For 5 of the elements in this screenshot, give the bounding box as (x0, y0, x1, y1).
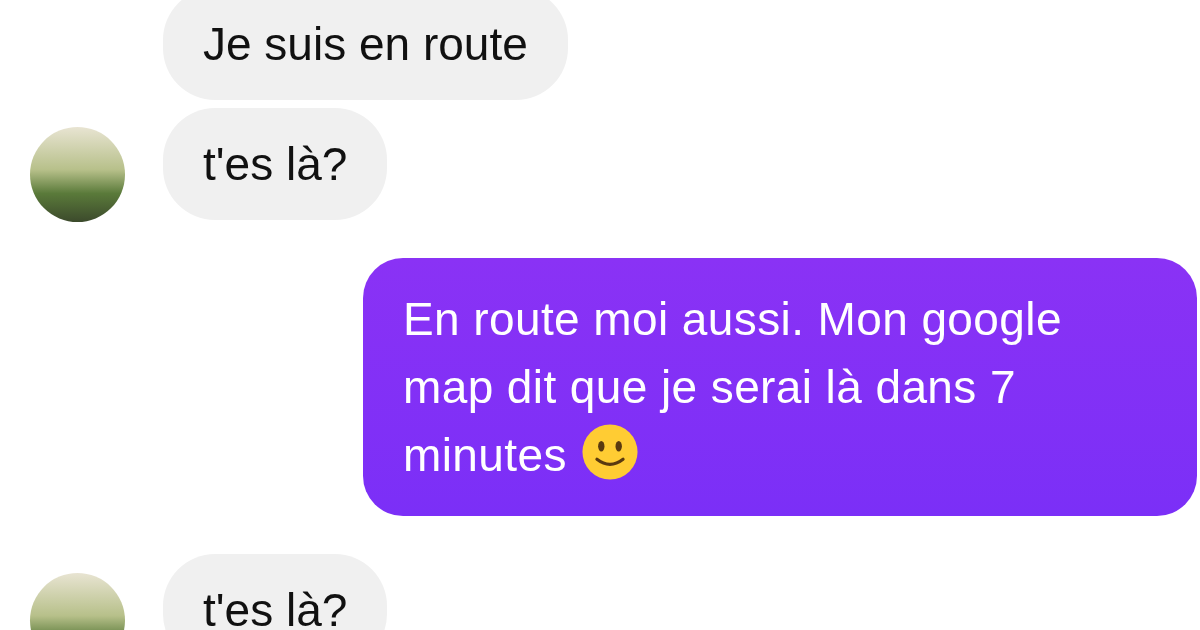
smiley-icon (580, 423, 639, 481)
message-bubble: En route moi aussi. Mon google map dit que je serai là dans 7 minutes (363, 258, 1197, 516)
message-bubble: Je suis en route (163, 0, 568, 100)
message-bubble: t'es là? (163, 554, 388, 630)
message-bubble: t'es là? (163, 108, 388, 220)
